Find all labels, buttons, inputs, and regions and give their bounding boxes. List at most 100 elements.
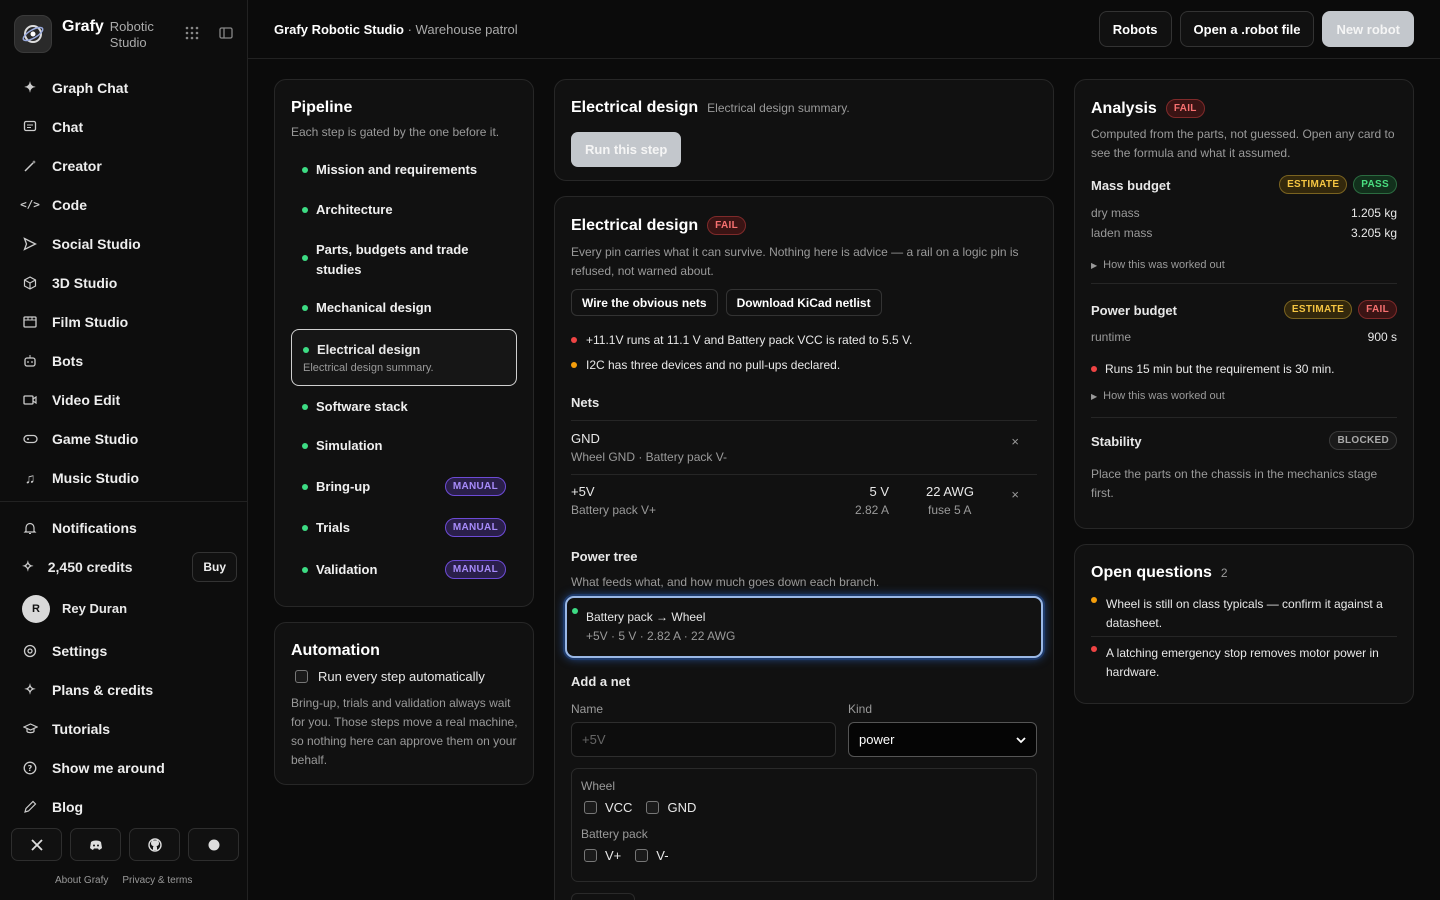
chat-icon	[22, 119, 38, 135]
nav-game-studio[interactable]: Game Studio	[0, 419, 247, 458]
about-link[interactable]: About Grafy	[55, 875, 108, 886]
robots-button[interactable]: Robots	[1098, 11, 1172, 47]
net-name: +5V	[571, 484, 595, 499]
step-label: Trials	[316, 520, 350, 535]
question-count: 2	[1220, 566, 1228, 580]
x-twitter-icon[interactable]	[11, 828, 62, 861]
nav-creator[interactable]: Creator	[0, 146, 247, 185]
divider	[1091, 283, 1397, 284]
open-robot-file-button[interactable]: Open a .robot file	[1179, 11, 1315, 47]
nav-bots[interactable]: Bots	[0, 341, 247, 380]
download-kicad-button[interactable]: Download KiCad netlist	[725, 289, 882, 316]
net-name-input[interactable]: +5V	[571, 722, 836, 757]
step-run-card: Electrical design Electrical design summa…	[554, 79, 1054, 181]
automation-title: Automation	[291, 642, 380, 659]
question-item: A latching emergency stop removes motor …	[1091, 644, 1397, 682]
step-label: Parts, budgets and trade studies	[316, 242, 469, 277]
pin-checkbox[interactable]: V-	[635, 848, 669, 863]
nav-code[interactable]: </> Code	[0, 185, 247, 224]
metric-value: 1.205 kg	[1350, 206, 1397, 220]
error-dot	[1091, 646, 1097, 652]
nav-settings[interactable]: Settings	[0, 631, 247, 670]
net-kind-select[interactable]: power	[848, 722, 1037, 757]
auto-run-checkbox[interactable]	[295, 670, 308, 683]
worked-out-toggle[interactable]: ▶ How this was worked out	[1091, 390, 1225, 402]
user-profile[interactable]: R Rey Duran	[0, 586, 247, 631]
apps-grid-icon[interactable]	[185, 26, 199, 43]
step-subtitle: Electrical design summary.	[707, 101, 850, 115]
nav-label: Blog	[52, 798, 84, 815]
buy-credits-button[interactable]: Buy	[192, 551, 237, 582]
new-robot-button[interactable]: New robot	[1322, 11, 1414, 47]
toggle-label: How this was worked out	[1103, 259, 1225, 271]
pipeline-step[interactable]: Trials MANUAL	[291, 518, 517, 537]
pipeline-step[interactable]: Architecture	[291, 202, 517, 217]
nav-chat[interactable]: Chat	[0, 107, 247, 146]
gamepad-icon	[22, 431, 38, 447]
nav-film-studio[interactable]: Film Studio	[0, 302, 247, 341]
pipeline-step-active[interactable]: Electrical design Electrical design summ…	[291, 329, 517, 386]
issue-item: +11.1V runs at 11.1 V and Battery pack V…	[571, 333, 912, 347]
pin-checkbox[interactable]: GND	[646, 800, 696, 815]
checkbox[interactable]	[584, 801, 597, 814]
status-dot	[302, 483, 308, 490]
worked-out-toggle[interactable]: ▶ How this was worked out	[1091, 259, 1225, 271]
pipeline-step[interactable]: Mission and requirements	[291, 162, 517, 177]
nav-blog[interactable]: Blog	[0, 787, 247, 826]
pipeline-step[interactable]: Software stack	[291, 399, 517, 414]
sidebar-toggle-icon[interactable]	[219, 26, 233, 43]
question-text: Wheel is still on class typicals — confi…	[1106, 597, 1383, 630]
nav-social-studio[interactable]: Social Studio	[0, 224, 247, 263]
pipeline-step[interactable]: Parts, budgets and trade studies	[291, 240, 517, 280]
step-label: Simulation	[316, 438, 383, 453]
nav-video-edit[interactable]: Video Edit	[0, 380, 247, 419]
brand: Grafy Robotic Studio	[0, 0, 247, 68]
remove-net-icon[interactable]: ×	[1011, 487, 1019, 502]
sidebar: Grafy Robotic Studio ✦ Graph Chat Chat Cr…	[0, 0, 248, 900]
nav-plans-credits[interactable]: ✧ Plans & credits	[0, 670, 247, 709]
code-icon: </>	[20, 198, 40, 211]
toggle-label: How this was worked out	[1103, 390, 1225, 402]
breadcrumb: Grafy Robotic Studio · Warehouse patrol	[274, 22, 518, 37]
branch-title: Battery pack → Wheel	[586, 610, 706, 624]
run-step-button[interactable]: Run this step	[571, 132, 682, 167]
pipeline-step[interactable]: Bring-up MANUAL	[291, 477, 517, 496]
divider	[571, 474, 1037, 475]
nav-graph-chat[interactable]: ✦ Graph Chat	[0, 68, 247, 107]
nav-show-me-around[interactable]: ? Show me around	[0, 748, 247, 787]
pin-checkbox[interactable]: VCC	[584, 800, 632, 815]
checkbox[interactable]	[646, 801, 660, 814]
pin-checkbox[interactable]: V+	[584, 848, 621, 863]
app-title: Grafy Robotic Studio	[274, 21, 404, 37]
status-circle-icon[interactable]	[188, 828, 239, 861]
nav-tutorials[interactable]: Tutorials	[0, 709, 247, 748]
checkbox[interactable]	[635, 849, 649, 862]
add-net-button[interactable]	[571, 893, 635, 900]
discord-icon[interactable]	[70, 828, 121, 861]
checkbox[interactable]	[584, 849, 597, 862]
nav-notifications[interactable]: Notifications	[0, 508, 247, 547]
graduation-cap-icon	[22, 721, 38, 737]
brand-subtitle: Robotic Studio	[109, 18, 154, 50]
privacy-link[interactable]: Privacy & terms	[122, 875, 192, 886]
automation-note: Bring-up, trials and validation always w…	[291, 696, 518, 767]
github-icon[interactable]	[129, 828, 180, 861]
nav-3d-studio[interactable]: 3D Studio	[0, 263, 247, 302]
error-dot	[571, 337, 577, 343]
remove-net-icon[interactable]: ×	[1011, 434, 1019, 449]
pipeline-step[interactable]: Mechanical design	[291, 300, 517, 315]
wire-nets-button[interactable]: Wire the obvious nets	[571, 289, 718, 316]
grafy-logo-icon[interactable]	[14, 15, 52, 53]
pipeline-step[interactable]: Simulation	[291, 438, 517, 453]
metric-value: 900 s	[1367, 330, 1397, 344]
power-branch[interactable]: Battery pack → Wheel +5V · 5 V · 2.82 A …	[565, 596, 1043, 658]
nav-music-studio[interactable]: ♫ Music Studio	[0, 458, 247, 497]
pipeline-step[interactable]: Validation MANUAL	[291, 560, 517, 579]
step-label: Electrical design	[317, 342, 421, 357]
nav-label: Video Edit	[52, 391, 121, 408]
credits-row: ✧ 2,450 credits Buy	[0, 547, 247, 586]
auto-run-checkbox-row[interactable]: Run every step automatically	[295, 669, 485, 684]
electrical-design-card: Electrical design FAIL Every pin carries …	[554, 196, 1054, 900]
status-dot	[302, 442, 308, 449]
status-dot	[572, 608, 578, 614]
